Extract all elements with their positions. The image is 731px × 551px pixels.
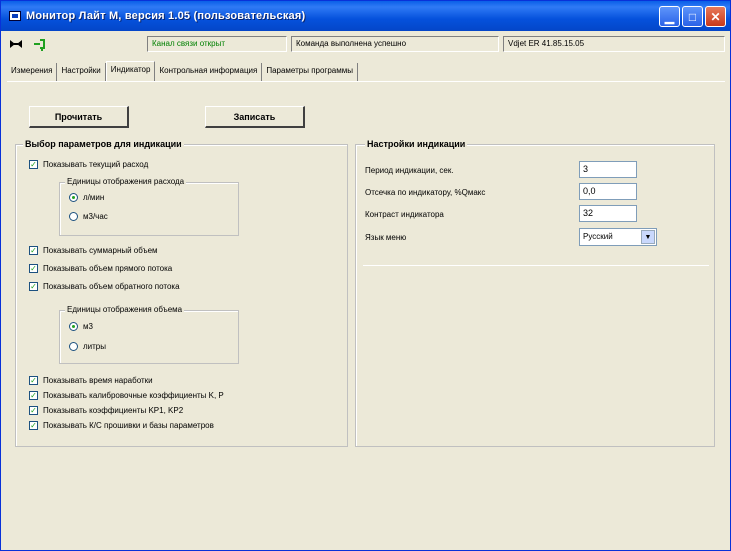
contrast-label: Контраст индикатора <box>365 210 444 219</box>
close-button[interactable]: ✕ <box>705 6 726 27</box>
flow-unit-lmin-radio[interactable]: л/мин <box>69 193 104 202</box>
connect-button[interactable] <box>31 35 49 53</box>
volume-unit-m3-radio[interactable]: м3 <box>69 322 93 331</box>
tab-settings[interactable]: Настройки <box>57 63 106 81</box>
minimize-icon: ▁ <box>664 9 675 24</box>
channel-status: Канал связи открыт <box>147 36 287 52</box>
tab-indicator[interactable]: Индикатор <box>105 61 156 81</box>
tab-control-info[interactable]: Контрольная информация <box>155 63 263 81</box>
radio-selected[interactable] <box>69 193 78 202</box>
show-crc-checkbox[interactable]: ✓ Показывать К/С прошивки и базы парамет… <box>29 421 214 430</box>
disconnect-icon <box>10 40 22 48</box>
flow-unit-m3h-radio[interactable]: м3/час <box>69 212 108 221</box>
language-label: Язык меню <box>365 233 407 242</box>
flow-units-group <box>59 182 239 236</box>
chevron-down-icon[interactable]: ▼ <box>641 230 655 244</box>
maximize-button[interactable]: □ <box>682 6 703 27</box>
minimize-button[interactable]: ▁ <box>659 6 680 27</box>
period-input[interactable]: 3 <box>579 161 637 178</box>
window-title: Монитор Лайт М, версия 1.05 (пользовател… <box>26 10 306 22</box>
write-button[interactable]: Записать <box>205 106 305 128</box>
flow-units-title: Единицы отображения расхода <box>65 177 187 186</box>
checkbox-checked[interactable]: ✓ <box>29 160 38 169</box>
volume-units-group <box>59 310 239 364</box>
indicator-settings-title: Настройки индикации <box>365 139 468 149</box>
radio-unselected[interactable] <box>69 212 78 221</box>
plug-icon <box>34 39 45 51</box>
close-icon: ✕ <box>710 9 721 24</box>
language-selected: Русский <box>583 232 613 241</box>
show-kp-checkbox[interactable]: ✓ Показывать коэффициенты KP1, KP2 <box>29 406 183 415</box>
maximize-icon: □ <box>688 9 697 24</box>
volume-units-title: Единицы отображения объема <box>65 305 185 314</box>
tab-measurements[interactable]: Измерения <box>7 63 58 81</box>
app-icon <box>9 11 21 21</box>
show-forward-checkbox[interactable]: ✓ Показывать объем прямого потока <box>29 264 172 273</box>
period-label: Период индикации, сек. <box>365 166 454 175</box>
show-calib-checkbox[interactable]: ✓ Показывать калибровочные коэффициенты … <box>29 391 224 400</box>
indicator-panel: Прочитать Записать Выбор параметров для … <box>7 81 725 544</box>
cutoff-input[interactable]: 0,0 <box>579 183 637 200</box>
command-status: Команда выполнена успешно <box>291 36 499 52</box>
cutoff-label: Отсечка по индикатору, %Qмакс <box>365 188 486 197</box>
indicator-params-title: Выбор параметров для индикации <box>23 139 184 149</box>
disconnect-button[interactable] <box>7 35 25 53</box>
tab-program-params[interactable]: Параметры программы <box>262 63 358 81</box>
settings-divider <box>363 265 709 266</box>
title-bar[interactable]: Монитор Лайт М, версия 1.05 (пользовател… <box>1 1 730 31</box>
contrast-input[interactable]: 32 <box>579 205 637 222</box>
show-runtime-checkbox[interactable]: ✓ Показывать время наработки <box>29 376 153 385</box>
read-button[interactable]: Прочитать <box>29 106 129 128</box>
show-flow-checkbox[interactable]: ✓ Показывать текущий расход <box>29 160 148 169</box>
show-total-checkbox[interactable]: ✓ Показывать суммарный объем <box>29 246 158 255</box>
show-reverse-checkbox[interactable]: ✓ Показывать объем обратного потока <box>29 282 180 291</box>
volume-unit-liters-radio[interactable]: литры <box>69 342 106 351</box>
main-window: Монитор Лайт М, версия 1.05 (пользовател… <box>0 0 731 551</box>
device-status: Vdjet ER 41.85.15.05 <box>503 36 725 52</box>
language-select[interactable]: Русский ▼ <box>579 228 657 246</box>
tab-bar: Измерения Настройки Индикатор Контрольна… <box>7 61 358 81</box>
